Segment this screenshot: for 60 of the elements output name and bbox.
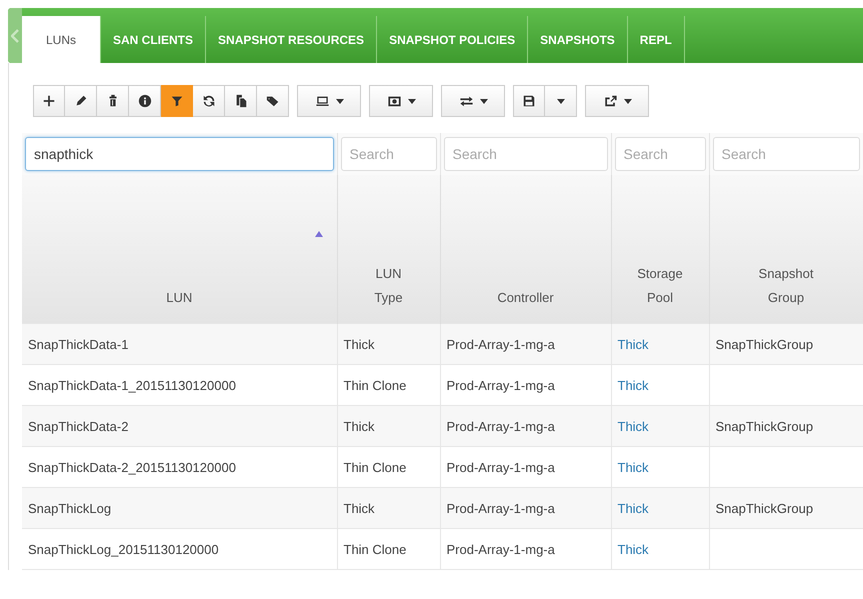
table-cell: Thick xyxy=(611,324,709,364)
caret-icon xyxy=(408,98,416,104)
table-cell: SnapThickLog xyxy=(22,488,337,528)
filter-icon xyxy=(170,94,184,108)
column-header[interactable]: Snapshot Group xyxy=(709,175,863,324)
table-cell: Prod-Array-1-mg-a xyxy=(440,406,611,446)
delete-button[interactable] xyxy=(97,85,129,117)
search-field[interactable]: Search xyxy=(444,137,608,171)
column-header[interactable]: Storage Pool xyxy=(611,175,709,324)
table-cell: Thick xyxy=(611,528,709,570)
transfer-menu-button[interactable] xyxy=(441,85,505,117)
search-field[interactable]: Search xyxy=(340,137,436,171)
tab[interactable]: LUNs xyxy=(22,16,102,63)
table-cell: SnapThickData-2 xyxy=(22,406,337,446)
info-button[interactable] xyxy=(129,85,161,117)
table-cell: SnapThickGroup xyxy=(709,488,863,528)
table-cell: Prod-Array-1-mg-a xyxy=(440,528,611,570)
picture-menu-button[interactable] xyxy=(369,85,433,117)
share-icon xyxy=(602,94,618,108)
column-header[interactable]: Controller xyxy=(440,175,611,324)
tag-icon xyxy=(266,94,280,108)
table-cell: SnapThickGroup xyxy=(709,324,863,364)
table-cell: SnapThickData-1 xyxy=(22,324,337,364)
refresh-button[interactable] xyxy=(193,85,225,117)
caret-icon xyxy=(624,98,632,104)
swap-arrows-icon xyxy=(458,94,474,108)
caret-icon xyxy=(336,98,344,104)
copy-button[interactable] xyxy=(225,85,257,117)
column-header[interactable]: LUN xyxy=(22,175,337,324)
monitor-menu-button[interactable] xyxy=(297,85,361,117)
table-cell: Thick xyxy=(611,406,709,446)
add-button[interactable] xyxy=(33,85,65,117)
tag-button[interactable] xyxy=(257,85,289,117)
save-button[interactable] xyxy=(513,85,545,117)
search-field[interactable]: Search xyxy=(614,137,706,171)
column-header[interactable]: LUN Type xyxy=(337,175,440,324)
table-cell: Thick xyxy=(611,488,709,528)
chevron-left-icon xyxy=(11,28,19,42)
edit-button[interactable] xyxy=(65,85,97,117)
table-cell: Thick xyxy=(337,406,440,446)
copy-icon xyxy=(234,94,248,108)
table-cell: SnapThickGroup xyxy=(709,406,863,446)
refresh-icon xyxy=(202,94,216,108)
table-cell: Thick xyxy=(337,488,440,528)
table-cell: SnapThickLog_20151130120000 xyxy=(22,528,337,570)
caret-icon xyxy=(480,98,488,104)
search-field[interactable]: Search xyxy=(712,137,860,171)
search-field[interactable]: snapthick xyxy=(25,137,334,171)
table-cell: Thick xyxy=(337,324,440,364)
pencil-icon xyxy=(74,94,88,108)
laptop-icon xyxy=(314,94,330,108)
filter-button[interactable] xyxy=(161,85,193,117)
plus-icon xyxy=(42,94,56,108)
export-menu-button[interactable] xyxy=(585,85,649,117)
table-cell: Prod-Array-1-mg-a xyxy=(440,324,611,364)
camera-icon xyxy=(386,94,402,108)
info-icon xyxy=(138,94,152,108)
table-cell: Prod-Array-1-mg-a xyxy=(440,488,611,528)
caret-icon xyxy=(556,98,564,104)
table-cell: Thin Clone xyxy=(337,528,440,570)
